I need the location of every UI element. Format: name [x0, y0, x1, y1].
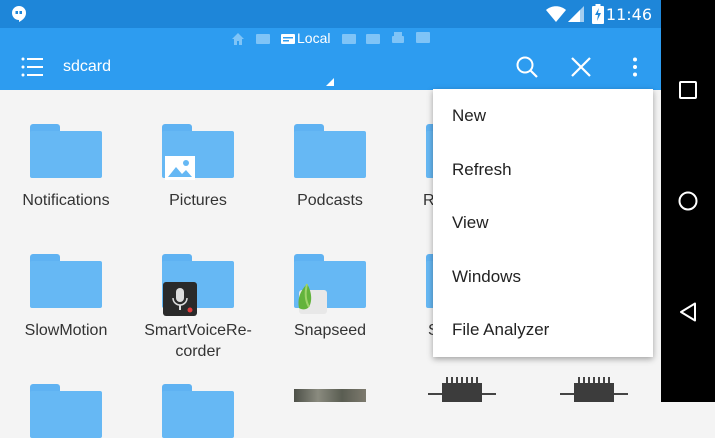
close-icon[interactable] [571, 57, 591, 82]
folder-icon [30, 124, 102, 178]
snapseed-app-icon [295, 282, 329, 321]
menu-item-windows[interactable]: Windows [433, 250, 653, 304]
image-thumbnail[interactable] [294, 389, 366, 402]
battery-icon [592, 4, 604, 29]
folder-label: Notifications [22, 192, 110, 209]
folder-icon [30, 384, 102, 438]
folder-icon [294, 254, 366, 314]
folder-label: SmartVoiceRe- corder [132, 320, 264, 362]
folder-label: SlowMotion [24, 322, 108, 339]
window-tab-icon[interactable] [342, 33, 356, 51]
printer-tab-icon[interactable] [391, 32, 405, 51]
folder-item[interactable]: Pictures [132, 124, 264, 211]
status-time: 11:46 [605, 5, 652, 24]
folder-item[interactable]: SmartVoiceRe- corder [132, 254, 264, 362]
signal-icon [568, 6, 584, 27]
folder-label: Pictures [169, 192, 227, 209]
folder-item[interactable] [132, 384, 264, 438]
folder-icon [162, 254, 234, 316]
current-path[interactable]: sdcard [63, 58, 111, 76]
menu-item-view[interactable]: View [433, 196, 653, 250]
recents-icon[interactable] [679, 81, 697, 104]
image-badge-icon [165, 156, 195, 185]
folder-item[interactable]: SlowMotion [0, 254, 132, 341]
search-icon[interactable] [516, 56, 538, 83]
overflow-menu-icon[interactable] [632, 57, 638, 82]
list-menu-icon[interactable] [21, 57, 43, 82]
folder-item[interactable]: Notifications [0, 124, 132, 211]
navigation-bar [661, 0, 715, 402]
local-tab-icon [281, 34, 295, 44]
window-tab-icon[interactable] [366, 33, 380, 51]
toolbar: Local sdcard [0, 28, 661, 90]
menu-item-new[interactable]: New [433, 89, 653, 143]
path-dropdown-indicator[interactable] [326, 73, 334, 91]
hangouts-icon [10, 5, 28, 28]
home-tab-icon[interactable] [231, 32, 245, 51]
chip-file-icon[interactable] [560, 377, 632, 407]
folder-label: Podcasts [297, 192, 363, 209]
folder-label: Snapseed [293, 322, 367, 339]
menu-item-refresh[interactable]: Refresh [433, 143, 653, 197]
folder-label-line2: corder [175, 343, 221, 360]
back-icon[interactable] [679, 302, 697, 327]
folder-item[interactable]: Podcasts [264, 124, 396, 211]
overflow-menu: New Refresh View Windows File Analyzer [433, 89, 653, 357]
folder-icon [162, 124, 234, 180]
folder-icon [162, 384, 234, 438]
local-tab-label: Local [297, 30, 331, 46]
home-icon[interactable] [678, 191, 698, 216]
menu-item-file-analyzer[interactable]: File Analyzer [433, 303, 653, 357]
status-bar: 11:46 [0, 0, 661, 28]
folder-icon [294, 124, 366, 178]
folder-item[interactable]: Snapseed [264, 254, 396, 341]
window-tab-icon[interactable] [256, 33, 270, 51]
wifi-icon [546, 6, 566, 27]
window-tab-icon[interactable] [416, 32, 430, 51]
folder-item[interactable] [0, 384, 132, 438]
microphone-app-icon [163, 282, 197, 321]
folder-icon [30, 254, 102, 308]
chip-file-icon[interactable] [428, 377, 500, 407]
folder-label-line1: SmartVoiceRe- [144, 322, 252, 339]
